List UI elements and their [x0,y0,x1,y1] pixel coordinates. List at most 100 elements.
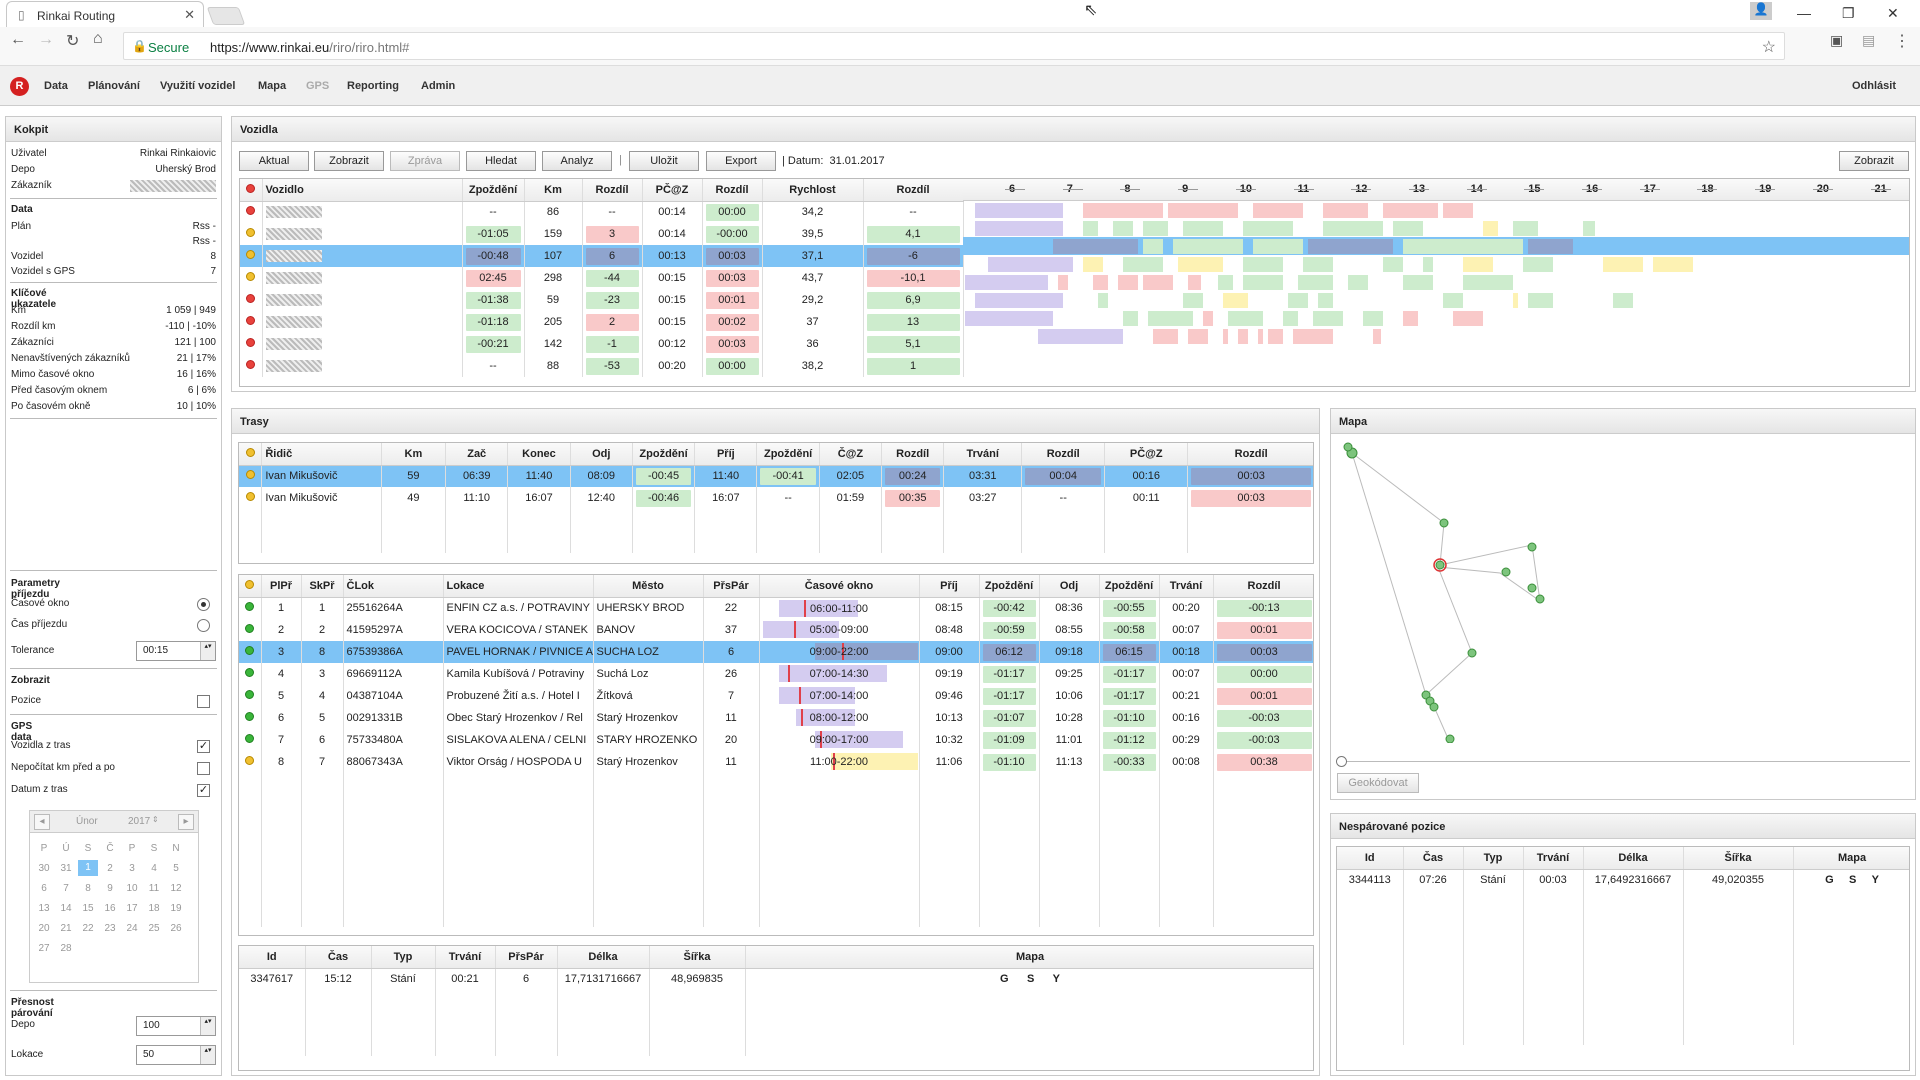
timeline-segment[interactable] [1143,275,1173,290]
restore-icon[interactable]: ❐ [1842,5,1855,22]
timeline-segment[interactable] [1053,239,1138,254]
vozidla-col-header[interactable]: Km [524,179,583,202]
route-row[interactable]: Ivan Mikušovič 59 06:39 11:40 08:09 -00:… [239,465,1313,487]
map-marker[interactable] [1535,594,1545,604]
browser-tab[interactable]: ▯ Rinkai Routing ✕ [6,1,204,28]
timeline-segment[interactable] [1218,275,1233,290]
stop-row[interactable]: 2 2 41595297A VERA KOCICOVA / STANEK BAN… [239,619,1313,641]
menu-planovani[interactable]: Plánování [88,80,140,92]
bookmark-star-icon[interactable]: ☆ [1762,37,1776,57]
trasy-col-header[interactable]: Zpoždění [756,443,820,466]
timeline-segment[interactable] [1243,257,1283,272]
home-icon[interactable]: ⌂ [93,30,103,48]
vozidla-col-header[interactable]: Zpoždění [462,179,525,202]
timeline-segment[interactable] [1238,329,1248,344]
vehicle-row[interactable]: -00:21 142 -1 00:12 00:03 36 5,1 [240,333,964,355]
stop-row[interactable]: 4 3 69669112A Kamila Kubíšová / Potravin… [239,663,1313,685]
forward-icon[interactable]: → [38,31,54,49]
timeline-segment[interactable] [1403,239,1523,254]
timeline-segment[interactable] [1123,257,1163,272]
vozidla-btn-3[interactable]: Hledat [466,151,536,171]
vehicle-row[interactable]: -- 88 -53 00:20 00:00 38,2 1 [240,355,964,377]
vozidla-col-header[interactable]: PČ@Z [642,179,703,202]
vehicle-row[interactable]: -01:18 205 2 00:15 00:02 37 13 [240,311,964,333]
timeline-segment[interactable] [1303,257,1333,272]
timeline-segment[interactable] [1318,293,1333,308]
calendar-day[interactable]: 10 [122,883,142,894]
trasy-col-header[interactable]: Řidič [261,443,382,466]
timeline-segment[interactable] [1313,311,1343,326]
seznam-map-link[interactable]: S [1849,874,1856,886]
stops-col-header[interactable]: Příj [919,575,980,598]
pdf-extension-icon[interactable]: ▤ [1862,32,1875,49]
calendar-day[interactable]: 23 [100,923,120,934]
depo-spinner[interactable]: 100 [136,1016,216,1036]
vozidla-col-header[interactable]: Rozdíl [582,179,643,202]
calendar-day[interactable]: 14 [56,903,76,914]
new-tab-button[interactable] [206,7,246,25]
timeline-segment[interactable] [1178,257,1223,272]
gps-col-header[interactable]: Typ [371,946,436,969]
calendar-day[interactable]: 9 [100,883,120,894]
logout-link[interactable]: Odhlásit [1852,80,1896,92]
vozidla-col-header[interactable]: Rychlost [762,179,864,202]
calendar-month[interactable]: Únor [76,816,98,827]
trasy-col-header[interactable]: Zpoždění [632,443,696,466]
stop-row[interactable]: 6 5 00291331B Obec Starý Hrozenkov / Rel… [239,707,1313,729]
map-marker[interactable] [1501,567,1511,577]
calendar-day[interactable]: 19 [166,903,186,914]
timeline-segment[interactable] [1613,293,1633,308]
menu-mapa[interactable]: Mapa [258,80,286,92]
gps-col-header[interactable]: Čas [305,946,372,969]
calendar-day[interactable]: 20 [34,923,54,934]
menu-gps[interactable]: GPS [306,80,329,92]
timeline-segment[interactable] [1283,311,1298,326]
nesp-col-header[interactable]: Čas [1403,847,1464,870]
calendar-day[interactable]: 13 [34,903,54,914]
trasy-col-header[interactable]: Zač [445,443,509,466]
nesp-col-header[interactable]: Mapa [1793,847,1909,870]
timeline-segment[interactable] [1453,311,1483,326]
map-marker[interactable] [1527,583,1537,593]
timeline-segment[interactable] [1363,311,1383,326]
timeline-segment[interactable] [1403,311,1418,326]
timeline-segment[interactable] [1443,293,1463,308]
calendar-day[interactable]: 18 [144,903,164,914]
timeline-segment[interactable] [975,203,1063,218]
close-window-icon[interactable]: ✕ [1887,5,1899,22]
timeline-segment[interactable] [1528,293,1553,308]
trasy-col-header[interactable]: Rozdíl [1021,443,1106,466]
stops-col-header[interactable]: Rozdíl [1213,575,1313,598]
timeline-segment[interactable] [1653,257,1693,272]
tab-close-icon[interactable]: ✕ [184,7,195,23]
gps-col-header[interactable]: PřsPár [495,946,558,969]
calendar-day[interactable]: 8 [78,883,98,894]
menu-vyuziti-vozidel[interactable]: Využití vozidel [160,80,235,92]
stop-row[interactable]: 7 6 75733480A SISLAKOVA ALENA / CELNI ST… [239,729,1313,751]
timeline-segment[interactable] [1173,239,1243,254]
stop-row[interactable]: 5 4 04387104A Probuzené Žití a.s. / Hote… [239,685,1313,707]
map-marker[interactable] [1467,648,1477,658]
timeline-segment[interactable] [1383,203,1438,218]
nesp-col-header[interactable]: Typ [1463,847,1524,870]
stops-col-header[interactable]: Trvání [1159,575,1214,598]
trasy-col-header[interactable]: Rozdíl [1187,443,1313,466]
menu-admin[interactable]: Admin [421,80,455,92]
gps-option-checkbox[interactable] [197,762,210,775]
calendar-day[interactable]: 22 [78,923,98,934]
calendar-day[interactable]: 16 [100,903,120,914]
timeline-segment[interactable] [1268,329,1283,344]
stops-col-header[interactable]: Lokace [443,575,594,598]
menu-data[interactable]: Data [44,80,68,92]
calendar-day[interactable]: 27 [34,943,54,954]
year-spin-icon[interactable]: ⇕ [152,815,159,824]
gps-col-header[interactable]: Mapa [745,946,1313,969]
trasy-col-header[interactable]: Rozdíl [881,443,945,466]
google-map-link[interactable]: G [1825,874,1834,886]
calendar-day[interactable]: 25 [144,923,164,934]
calendar-day[interactable]: 17 [122,903,142,914]
calendar-day[interactable]: 21 [56,923,76,934]
timeline-segment[interactable] [1113,221,1133,236]
timeline-segment[interactable] [1463,257,1493,272]
calendar-day[interactable]: 24 [122,923,142,934]
